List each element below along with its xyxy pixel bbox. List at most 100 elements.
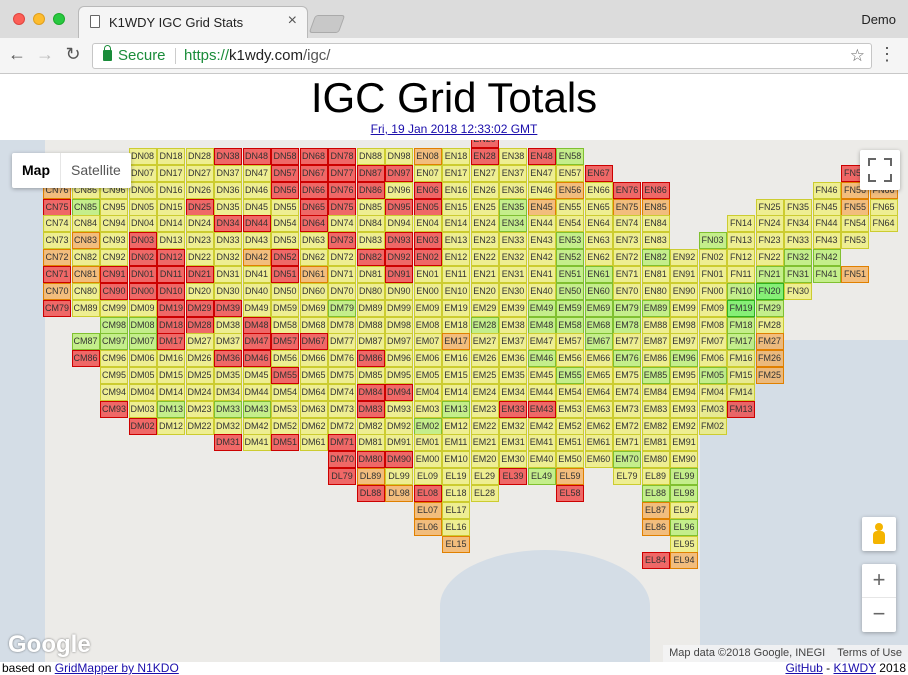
grid-square-en35[interactable]: EN35 (499, 198, 527, 216)
grid-square-dn26[interactable]: DN26 (185, 181, 214, 199)
grid-square-dn72[interactable]: DN72 (328, 249, 356, 267)
grid-square-en58[interactable]: EN58 (556, 148, 584, 165)
grid-square-el16[interactable]: EL16 (442, 518, 470, 536)
grid-square-fn51[interactable]: FN51 (841, 265, 869, 283)
grid-square-dn44[interactable]: DN44 (242, 215, 271, 233)
zoom-out-button[interactable]: − (862, 598, 896, 632)
grid-square-em93[interactable]: EM93 (670, 400, 698, 418)
grid-square-en13[interactable]: EN13 (442, 232, 470, 250)
grid-square-dn71[interactable]: DN71 (328, 265, 356, 283)
grid-square-dm14[interactable]: DM14 (157, 383, 185, 401)
grid-square-el09[interactable]: EL09 (413, 468, 442, 486)
grid-square-fn42[interactable]: FN42 (812, 249, 841, 267)
grid-square-dm44[interactable]: DM44 (242, 383, 271, 401)
grid-square-dn27[interactable]: DN27 (185, 164, 214, 182)
grid-square-em89[interactable]: EM89 (641, 299, 670, 317)
grid-square-cn90[interactable]: CN90 (100, 282, 128, 300)
grid-square-en84[interactable]: EN84 (641, 215, 670, 233)
grid-square-en01[interactable]: EN01 (413, 265, 442, 283)
grid-square-em63[interactable]: EM63 (584, 400, 613, 418)
profile-name[interactable]: Demo (861, 12, 896, 27)
close-window-button[interactable] (13, 13, 25, 25)
grid-square-fm25[interactable]: FM25 (755, 367, 784, 385)
grid-square-en30[interactable]: EN30 (499, 282, 527, 300)
grid-square-el89[interactable]: EL89 (641, 468, 670, 486)
grid-square-em31[interactable]: EM31 (499, 434, 527, 452)
grid-square-en80[interactable]: EN80 (641, 282, 670, 300)
grid-square-dn63[interactable]: DN63 (299, 232, 328, 250)
grid-square-en82[interactable]: EN82 (641, 249, 670, 267)
grid-square-en41[interactable]: EN41 (527, 265, 556, 283)
grid-square-en43[interactable]: EN43 (527, 232, 556, 250)
grid-square-dm03[interactable]: DM03 (128, 400, 157, 418)
grid-square-dm41[interactable]: DM41 (242, 434, 271, 452)
grid-square-dm28[interactable]: DM28 (185, 316, 214, 334)
grid-square-fn45[interactable]: FN45 (812, 198, 841, 216)
grid-square-em08[interactable]: EM08 (413, 316, 442, 334)
gridmapper-link[interactable]: GridMapper by N1KDO (55, 661, 179, 675)
grid-square-cn91[interactable]: CN91 (100, 265, 128, 283)
grid-square-dn06[interactable]: DN06 (128, 181, 157, 199)
grid-square-em91[interactable]: EM91 (670, 434, 698, 452)
grid-square-en31[interactable]: EN31 (499, 265, 527, 283)
grid-square-em22[interactable]: EM22 (470, 417, 499, 435)
grid-square-dn52[interactable]: DN52 (271, 249, 299, 267)
grid-square-en56[interactable]: EN56 (556, 181, 584, 199)
grid-square-em17[interactable]: EM17 (442, 333, 470, 351)
grid-square-em32[interactable]: EM32 (499, 417, 527, 435)
grid-square-em15[interactable]: EM15 (442, 367, 470, 385)
grid-square-dn35[interactable]: DN35 (214, 198, 242, 216)
grid-square-em28[interactable]: EM28 (470, 316, 499, 334)
grid-square-dm06[interactable]: DM06 (128, 350, 157, 368)
grid-square-dn43[interactable]: DN43 (242, 232, 271, 250)
grid-square-dn25[interactable]: DN25 (185, 198, 214, 216)
grid-square-dn86[interactable]: DN86 (356, 181, 385, 199)
grid-square-dm96[interactable]: DM96 (385, 350, 413, 368)
grid-square-dn23[interactable]: DN23 (185, 232, 214, 250)
grid-square-cm93[interactable]: CM93 (100, 400, 128, 418)
grid-square-em73[interactable]: EM73 (613, 400, 641, 418)
grid-square-dn87[interactable]: DN87 (356, 164, 385, 182)
grid-square-cn84[interactable]: CN84 (71, 215, 100, 233)
grid-square-en91[interactable]: EN91 (670, 265, 698, 283)
grid-square-dn36[interactable]: DN36 (214, 181, 242, 199)
grid-square-em80[interactable]: EM80 (641, 451, 670, 469)
grid-square-el99[interactable]: EL99 (670, 468, 698, 486)
grid-square-fn14[interactable]: FN14 (727, 215, 755, 233)
grid-square-em64[interactable]: EM64 (584, 383, 613, 401)
grid-square-dn95[interactable]: DN95 (385, 198, 413, 216)
grid-square-en24[interactable]: EN24 (470, 215, 499, 233)
grid-square-dn11[interactable]: DN11 (157, 265, 185, 283)
grid-square-fn65[interactable]: FN65 (869, 198, 898, 216)
grid-square-em02[interactable]: EM02 (413, 417, 442, 435)
new-tab-button[interactable] (308, 15, 346, 33)
grid-square-cn80[interactable]: CN80 (71, 282, 100, 300)
grid-square-dm94[interactable]: DM94 (385, 383, 413, 401)
grid-square-em95[interactable]: EM95 (670, 367, 698, 385)
grid-square-em23[interactable]: EM23 (470, 400, 499, 418)
grid-square-dm92[interactable]: DM92 (385, 417, 413, 435)
grid-square-dm73[interactable]: DM73 (328, 400, 356, 418)
grid-square-dm90[interactable]: DM90 (385, 451, 413, 469)
grid-square-en44[interactable]: EN44 (527, 215, 556, 233)
grid-square-en50[interactable]: EN50 (556, 282, 584, 300)
grid-square-en74[interactable]: EN74 (613, 215, 641, 233)
grid-square-em29[interactable]: EM29 (470, 299, 499, 317)
terms-link[interactable]: Terms of Use (831, 645, 908, 662)
grid-square-em12[interactable]: EM12 (442, 417, 470, 435)
grid-square-dn65[interactable]: DN65 (299, 198, 328, 216)
grid-square-dn70[interactable]: DN70 (328, 282, 356, 300)
grid-square-en65[interactable]: EN65 (584, 198, 613, 216)
grid-square-dm81[interactable]: DM81 (356, 434, 385, 452)
back-arrow-icon[interactable]: ← (6, 44, 28, 65)
grid-square-em99[interactable]: EM99 (670, 299, 698, 317)
grid-square-dm80[interactable]: DM80 (356, 451, 385, 469)
grid-square-dn50[interactable]: DN50 (271, 282, 299, 300)
grid-square-dm86[interactable]: DM86 (356, 350, 385, 368)
grid-square-dm95[interactable]: DM95 (385, 367, 413, 385)
grid-square-dm18[interactable]: DM18 (157, 316, 185, 334)
grid-square-em49[interactable]: EM49 (527, 299, 556, 317)
grid-square-dm09[interactable]: DM09 (128, 299, 157, 317)
grid-square-dn66[interactable]: DN66 (299, 181, 328, 199)
grid-square-dm66[interactable]: DM66 (299, 350, 328, 368)
